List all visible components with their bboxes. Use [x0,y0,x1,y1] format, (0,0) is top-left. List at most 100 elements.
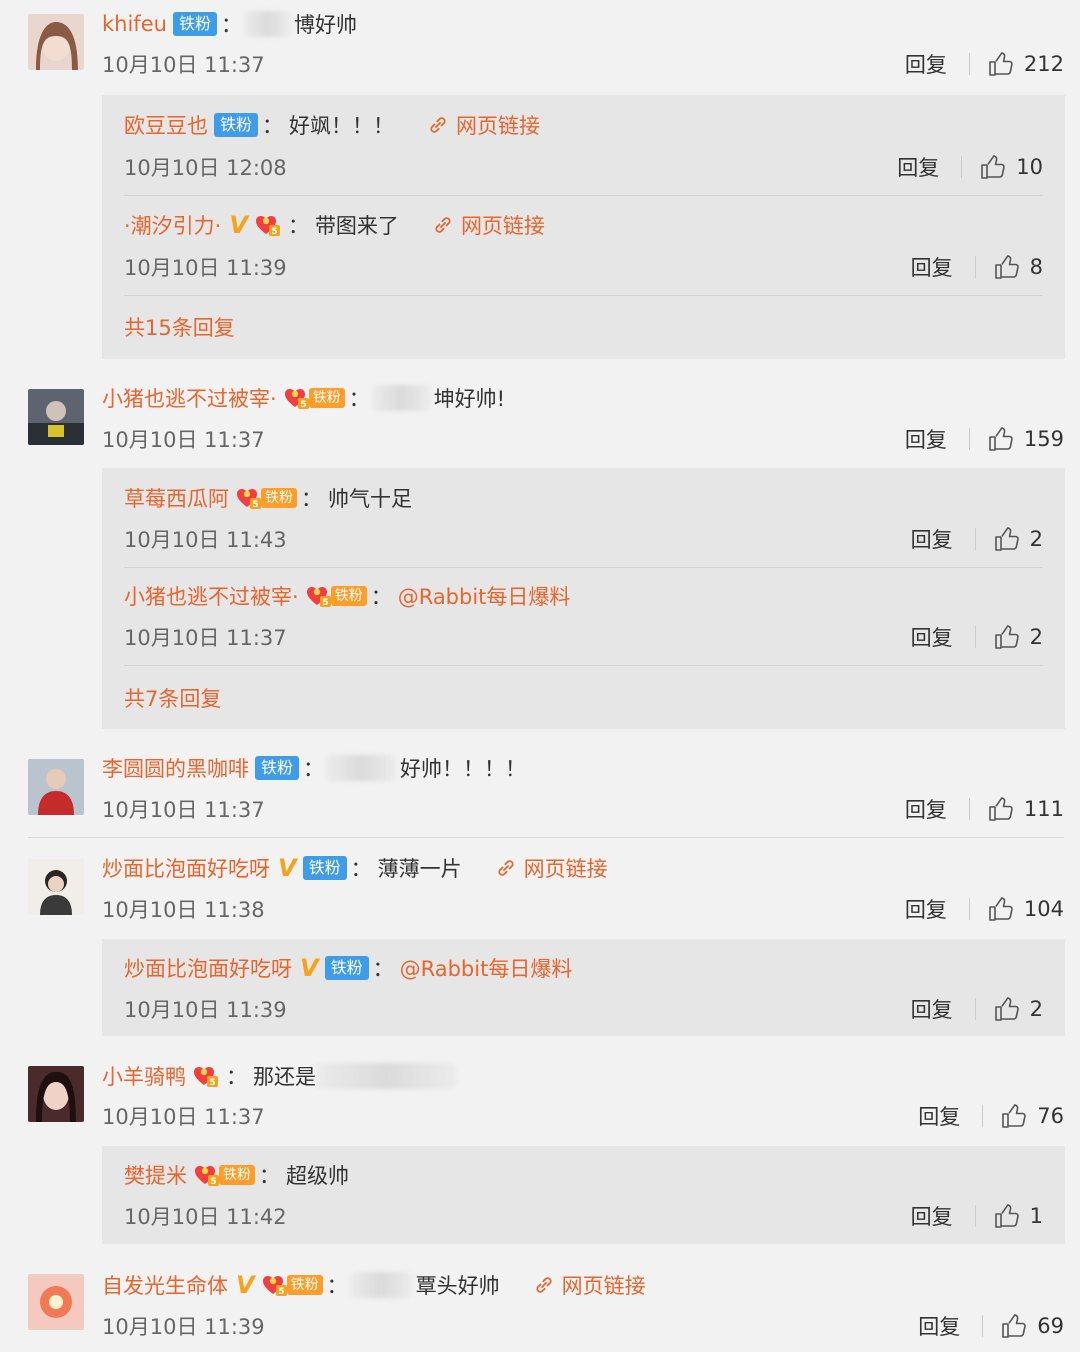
web-link[interactable]: 网页链接 [534,1270,646,1300]
like-count: 111 [1023,797,1064,821]
thumbs-up-icon [994,996,1020,1022]
avatar[interactable] [28,389,84,445]
avatar[interactable] [28,759,84,815]
blurred-text [243,11,290,37]
divider [968,53,970,75]
like-button[interactable]: 212 [988,51,1064,77]
divider [124,665,1043,666]
reply-button[interactable]: 回复 [905,424,947,454]
thumbs-up-icon [994,526,1020,552]
comment-date: 10月10日 11:38 [102,898,265,922]
divider [982,1315,984,1337]
reply-button[interactable]: 回复 [918,1101,960,1131]
like-count: 76 [1037,1104,1064,1128]
username[interactable]: 李圆圆的黑咖啡 [102,753,249,783]
like-count: 212 [1023,52,1064,76]
avatar[interactable] [28,14,84,70]
reply-button[interactable]: 回复 [911,622,953,652]
like-count: 159 [1023,427,1064,451]
tie-fan-label: 铁粉 [308,388,345,408]
divider [124,195,1043,196]
like-button[interactable]: 8 [994,254,1043,280]
reply-username[interactable]: 小猪也逃不过被宰· [124,581,299,611]
reply-date: 10月10日 11:39 [124,256,287,280]
verified-v-icon: V [229,211,248,239]
divider [28,837,1064,838]
reply-text: 好飒！！！ [289,114,395,138]
web-link[interactable]: 网页链接 [496,853,608,883]
reply-date: 10月10日 11:37 [124,626,287,650]
fan-heart-icon [254,213,284,237]
comment-date: 10月10日 11:37 [102,428,265,452]
colon: ： [372,957,394,981]
reply-button[interactable]: 回复 [905,894,947,924]
web-link[interactable]: 网页链接 [433,210,545,240]
web-link-label: 网页链接 [561,1274,646,1298]
link-icon [433,215,453,235]
like-button[interactable]: 10 [980,154,1043,180]
tie-fan-label: 铁粉 [330,586,367,606]
link-icon [496,858,516,878]
reply-username[interactable]: 樊提米 [124,1160,187,1190]
web-link-label: 网页链接 [523,857,608,881]
username[interactable]: 炒面比泡面好吃呀 [102,853,270,883]
divider [982,1105,984,1127]
comment-text: 博好帅 [293,13,357,37]
mention-link[interactable]: @Rabbit每日爆料 [400,953,573,983]
like-button[interactable]: 69 [1001,1313,1064,1339]
reply-date: 10月10日 11:39 [124,998,287,1022]
reply-button[interactable]: 回复 [911,994,953,1024]
verified-v-icon: V [300,954,319,982]
reply-username[interactable]: 炒面比泡面好吃呀 [124,953,292,983]
more-replies-link[interactable]: 共15条回复 [124,312,235,342]
reply-button[interactable]: 回复 [911,1201,953,1231]
thumbs-up-icon [1001,1313,1027,1339]
reply-text: 帅气十足 [328,487,412,511]
like-button[interactable]: 111 [988,796,1064,822]
like-count: 10 [1016,155,1043,179]
mention-link[interactable]: @Rabbit每日爆料 [398,581,571,611]
comment-date: 10月10日 11:37 [102,1105,265,1129]
reply-username[interactable]: 草莓西瓜阿 [124,483,229,513]
reply-button[interactable]: 回复 [911,252,953,282]
comment-date: 10月10日 11:39 [102,1315,265,1339]
reply-username[interactable]: 欧豆豆也 [124,110,208,140]
like-button[interactable]: 2 [994,526,1043,552]
username[interactable]: 小猪也逃不过被宰· [102,383,277,413]
reply-button[interactable]: 回复 [911,524,953,554]
avatar[interactable] [28,1274,84,1330]
comment-text: 薄薄一片 [377,857,462,881]
like-button[interactable]: 104 [988,896,1064,922]
username[interactable]: 自发光生命体 [102,1270,228,1300]
like-button[interactable]: 1 [994,1203,1043,1229]
like-button[interactable]: 2 [994,996,1043,1022]
reply-button[interactable]: 回复 [905,49,947,79]
like-count: 69 [1037,1314,1064,1338]
more-replies-link[interactable]: 共7条回复 [124,683,221,713]
divider [974,626,976,648]
thumbs-up-icon [1001,1103,1027,1129]
like-button[interactable]: 76 [1001,1103,1064,1129]
fan-badge [254,213,284,237]
avatar[interactable] [28,1066,84,1122]
reply-text: 超级帅 [286,1164,349,1188]
reply-username[interactable]: ·潮汐引力· [124,210,221,240]
reply-button[interactable]: 回复 [918,1311,960,1341]
reply-button[interactable]: 回复 [897,152,939,182]
verified-v-icon: V [278,854,297,882]
reply-date: 10月10日 11:42 [124,1205,287,1229]
thumbs-up-icon [994,1203,1020,1229]
username[interactable]: 小羊骑鸭 [102,1061,186,1091]
divider [124,295,1043,296]
thumbs-up-icon [988,896,1014,922]
web-link[interactable]: 网页链接 [428,110,540,140]
avatar[interactable] [28,859,84,915]
reply-box: 樊提米 铁粉 ： 超级帅 10月10日 11:42 回复 1 [102,1146,1065,1244]
like-button[interactable]: 2 [994,624,1043,650]
thumbs-up-icon [980,154,1006,180]
like-button[interactable]: 159 [988,426,1064,452]
username[interactable]: khifeu [102,12,167,36]
reply-button[interactable]: 回复 [905,794,947,824]
thumbs-up-icon [988,51,1014,77]
comment-text: 那还是 [253,1065,316,1089]
